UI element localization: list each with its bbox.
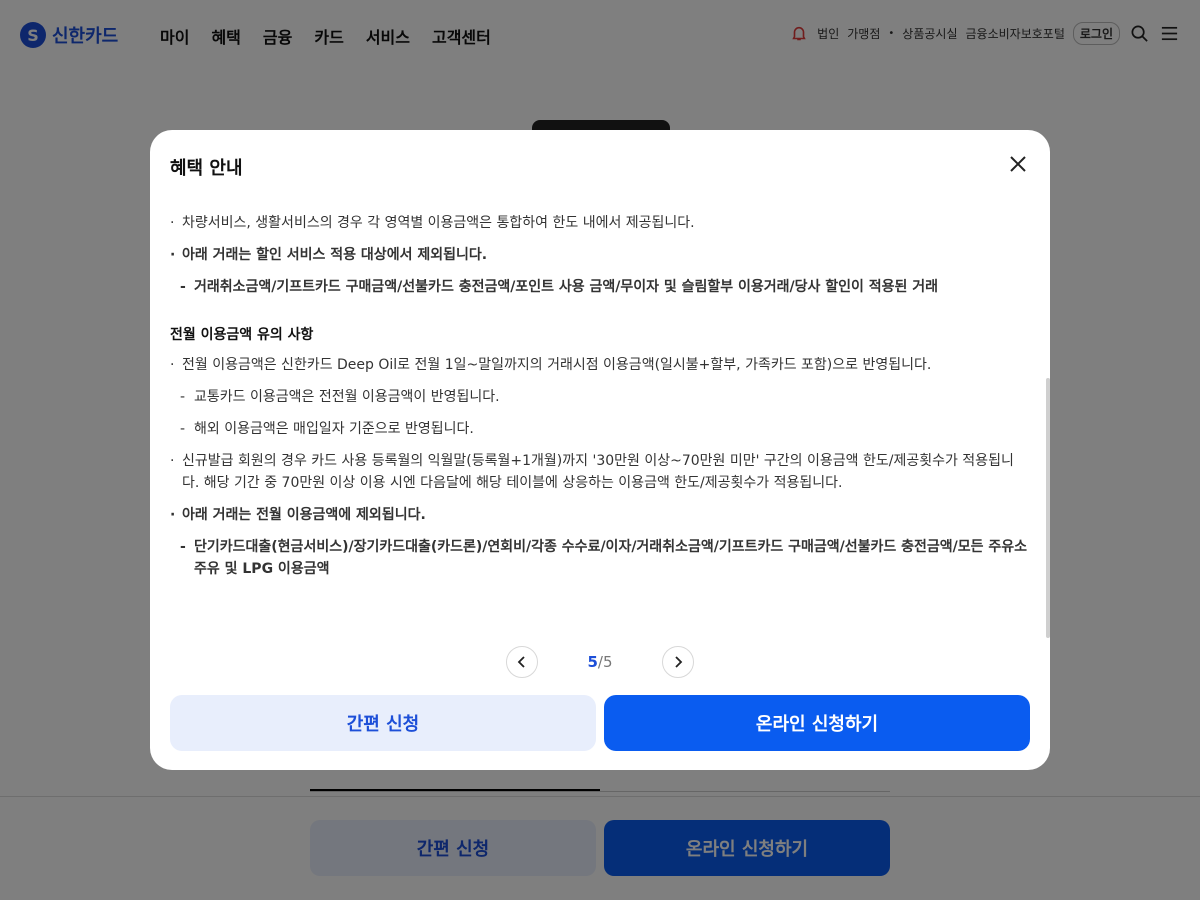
notice-line: 차량서비스, 생활서비스의 경우 각 영역별 이용금액은 통합하여 한도 내에서… (170, 212, 1030, 234)
simple-apply-button[interactable]: 간편 신청 (170, 695, 596, 751)
close-button[interactable] (1004, 150, 1032, 178)
prev-page-button[interactable] (506, 646, 538, 678)
page-indicator: 5/5 (587, 653, 612, 671)
next-page-button[interactable] (661, 646, 694, 678)
notice-line: 전월 이용금액은 신한카드 Deep Oil로 전월 1일~말일까지의 거래시점… (170, 354, 1030, 376)
content-scrollbar[interactable] (1046, 378, 1050, 638)
total-pages: 5 (602, 653, 613, 671)
close-icon (1010, 156, 1026, 172)
notice-subline: 거래취소금액/기프트카드 구매금액/선불카드 충전금액/포인트 사용 금액/무이… (170, 276, 1030, 298)
section-title: 전월 이용금액 유의 사항 (170, 327, 314, 343)
notice-subline: 교통카드 이용금액은 전전월 이용금액이 반영됩니다. (170, 386, 1030, 408)
notice-subline: 단기카드대출(현금서비스)/장기카드대출(카드론)/연회비/각종 수수료/이자/… (170, 536, 1030, 580)
notice-subline: 해외 이용금액은 매입일자 기준으로 반영됩니다. (170, 418, 1030, 440)
benefit-modal: 혜택 안내 차량서비스, 생활서비스의 경우 각 영역별 이용금액은 통합하여 … (150, 130, 1050, 770)
chevron-right-icon (675, 656, 683, 668)
notice-line: 아래 거래는 할인 서비스 적용 대상에서 제외됩니다. (170, 244, 1030, 266)
current-page: 5 (587, 653, 598, 671)
notice-line: 신규발급 회원의 경우 카드 사용 등록월의 익월말(등록월+1개월)까지 '3… (170, 450, 1030, 494)
online-apply-button[interactable]: 온라인 신청하기 (604, 695, 1030, 751)
notice-line: 아래 거래는 전월 이용금액에 제외됩니다. (170, 504, 1030, 526)
modal-content[interactable]: 차량서비스, 생활서비스의 경우 각 영역별 이용금액은 통합하여 한도 내에서… (170, 212, 1030, 632)
chevron-left-icon (517, 656, 525, 668)
modal-title: 혜택 안내 (170, 158, 243, 179)
pager: 5/5 (506, 646, 694, 678)
